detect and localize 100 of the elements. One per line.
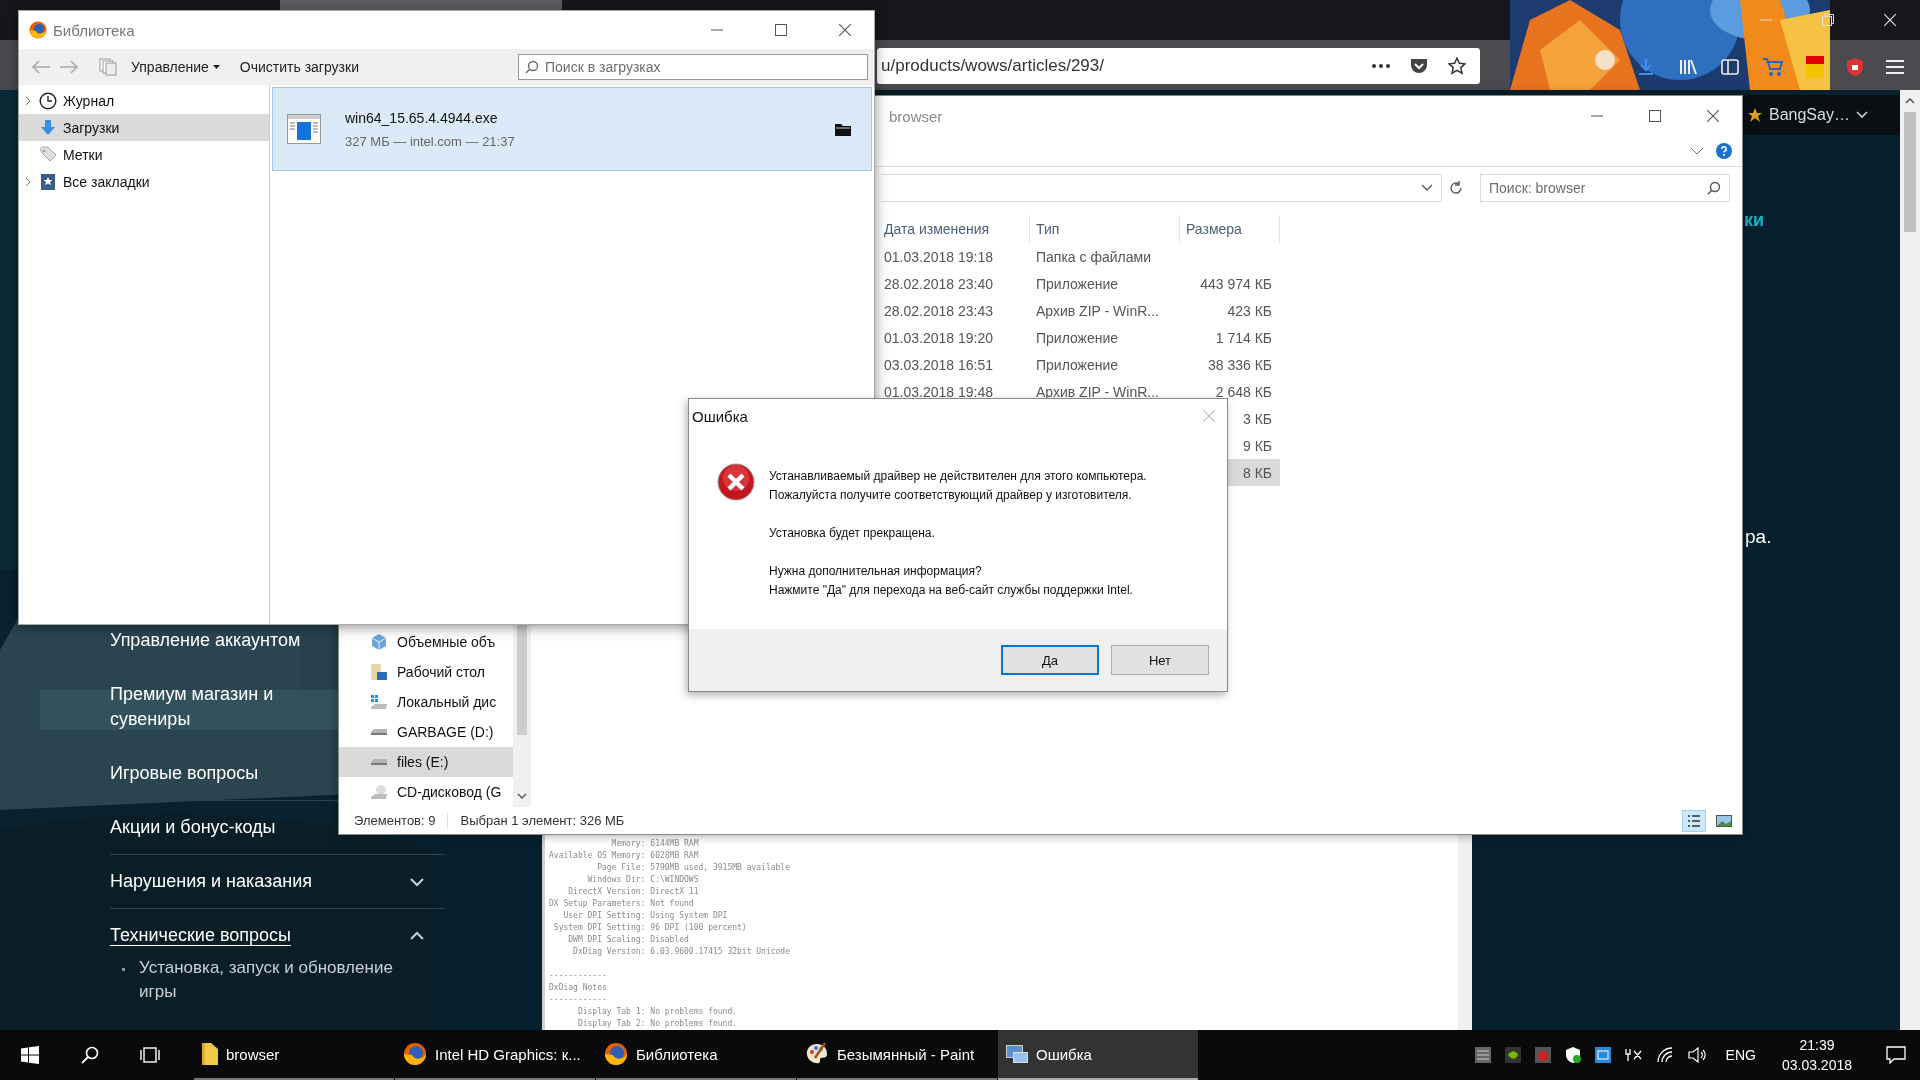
info-value: 96 DPI (100 percent) [650, 922, 747, 934]
no-button[interactable]: Нет [1111, 645, 1209, 675]
account-name[interactable]: BangSay… [1769, 106, 1850, 124]
notification-icon[interactable] [1886, 1046, 1906, 1064]
nav-item[interactable]: Локальный дис [339, 687, 513, 717]
graphics-tray-icon[interactable] [1503, 1046, 1522, 1064]
scrollbar-thumb[interactable] [517, 625, 527, 735]
clear-downloads-button[interactable]: Очистить загрузки [233, 59, 365, 75]
maximize-button[interactable] [775, 24, 787, 36]
sidebar-item[interactable]: Загрузки [19, 114, 269, 141]
info-value: DirectX 11 [650, 886, 699, 898]
caret-icon [212, 65, 220, 69]
info-label: Available OS Memory: [549, 850, 646, 862]
nav-link[interactable]: Управление аккаунтом [110, 628, 334, 653]
scroll-up-icon[interactable] [1905, 98, 1915, 104]
taskbar-item[interactable]: browser [194, 1030, 394, 1080]
scroll-down-icon[interactable] [517, 793, 527, 799]
clock[interactable]: 21:39 03.03.2018 [1781, 1035, 1852, 1075]
column-header[interactable]: Размера [1180, 215, 1280, 243]
nav-link[interactable]: Нарушения и наказания [110, 869, 334, 894]
nav-item[interactable]: Объемные объ [339, 627, 513, 657]
file-details: 327 МБ — intel.com — 21:37 [345, 133, 516, 149]
file-name: win64_15.65.4.4944.exe [345, 109, 499, 126]
firefox-icon [29, 21, 47, 39]
scrollbar[interactable] [1900, 90, 1920, 1030]
more-icon[interactable] [1372, 64, 1390, 68]
nav-item[interactable]: Рабочий стол [339, 657, 513, 687]
taskbar-item[interactable]: Intel HD Graphics: к... [395, 1030, 595, 1080]
download-item[interactable]: win64_15.65.4.4944.exe 327 МБ — intel.com — 21:37 [272, 87, 872, 171]
nav-item[interactable]: GARBAGE (D:) [339, 717, 513, 747]
help-icon[interactable] [1716, 143, 1732, 159]
clock-icon [39, 91, 57, 110]
chevron-icon[interactable] [409, 930, 425, 941]
sidebar-icon[interactable] [1720, 57, 1740, 77]
message-text: Установка будет прекращена. [769, 525, 936, 542]
volume-icon[interactable] [1687, 1047, 1708, 1063]
table-cell: Приложение [1036, 356, 1119, 373]
menu-icon[interactable] [1886, 59, 1904, 75]
info-label: DX Setup Parameters: [549, 898, 646, 910]
app-tray-icon[interactable] [1473, 1046, 1492, 1064]
message-text: Устанавливаемый драйвер не действителен для этого компьютера. Пожалуйста получите соответствующий драйвер у изготовителя. [769, 468, 1147, 504]
refresh-icon[interactable] [1448, 180, 1464, 196]
expand-icon[interactable] [25, 95, 31, 106]
sidebar-item[interactable]: Метки [19, 141, 269, 168]
nav-link[interactable]: Игровые вопросы [110, 761, 334, 786]
windows-logo-icon[interactable] [21, 1046, 39, 1064]
folder-icon [371, 664, 387, 680]
info-label: DirectX Version: [567, 886, 646, 898]
nav-link[interactable]: Установка, запуск и обновление игры [139, 956, 409, 1004]
column-header[interactable]: Тип [1030, 215, 1180, 243]
maximize-button[interactable] [1649, 110, 1661, 122]
power-plug-icon[interactable] [1623, 1047, 1644, 1063]
expand-icon[interactable] [25, 176, 31, 187]
recorder-tray-icon[interactable] [1533, 1046, 1552, 1064]
chevron-down-icon[interactable] [1421, 184, 1433, 192]
info-label: Page File: [596, 862, 646, 874]
thumbnail-view-icon[interactable] [1716, 814, 1732, 827]
folder-icon[interactable] [835, 122, 851, 136]
nav-item[interactable]: files (E:) [339, 747, 513, 777]
taskbar-item[interactable]: Безымянный - Paint [797, 1030, 997, 1080]
pocket-icon[interactable] [1410, 58, 1428, 74]
table-cell: 8 КБ [1242, 464, 1272, 481]
nav-link[interactable]: Премиум магазин и сувениры [110, 682, 334, 732]
close-button[interactable] [839, 24, 851, 36]
bullet-icon [122, 968, 125, 971]
yes-button[interactable]: Да [1001, 645, 1099, 675]
sidebar-item[interactable]: Журнал [19, 87, 269, 114]
info-label: Display Tab 2: [576, 1018, 646, 1030]
table-cell: Приложение [1036, 329, 1119, 346]
error-icon [717, 463, 755, 501]
close-button[interactable] [1707, 110, 1719, 122]
task-view-icon[interactable] [140, 1046, 160, 1064]
info-value: 6.03.9600.17415 32bit Unicode [650, 946, 790, 958]
manage-menu[interactable]: Управление [125, 59, 226, 75]
address-field[interactable] [881, 174, 1442, 202]
nav-link[interactable]: Технические вопросы [110, 923, 334, 948]
computer-icon [1006, 1045, 1028, 1063]
cd-drive-icon [371, 785, 387, 799]
address-bar[interactable]: u/products/wows/articles/293/ [877, 48, 1480, 84]
shield-icon[interactable] [1846, 57, 1864, 77]
shield-icon[interactable] [1563, 1046, 1582, 1064]
language-indicator[interactable]: ENG [1725, 1047, 1756, 1063]
star-icon[interactable] [1448, 57, 1466, 75]
network-adapter-icon[interactable] [1593, 1046, 1612, 1064]
taskbar-item[interactable]: Ошибка [998, 1030, 1198, 1080]
search-field[interactable]: Поиск в загрузках [518, 54, 868, 80]
scrollbar[interactable] [513, 625, 531, 807]
chevron-icon[interactable] [409, 876, 425, 887]
taskbar-item[interactable]: Библиотека [596, 1030, 796, 1080]
download-icon[interactable] [1636, 57, 1656, 77]
sidebar-item[interactable]: Все закладки [19, 168, 269, 195]
nav-item[interactable]: CD-дисковод (G [339, 777, 513, 807]
flag-icon[interactable] [1806, 56, 1824, 78]
scrollbar-thumb[interactable] [1904, 112, 1916, 232]
library-icon[interactable] [1678, 57, 1698, 77]
column-header[interactable]: Дата изменения [878, 215, 1030, 243]
details-view-icon[interactable] [1682, 809, 1706, 832]
restore-button[interactable] [1822, 14, 1834, 26]
nav-link[interactable]: Акции и бонус-коды [110, 815, 334, 840]
search-icon[interactable] [81, 1046, 99, 1064]
